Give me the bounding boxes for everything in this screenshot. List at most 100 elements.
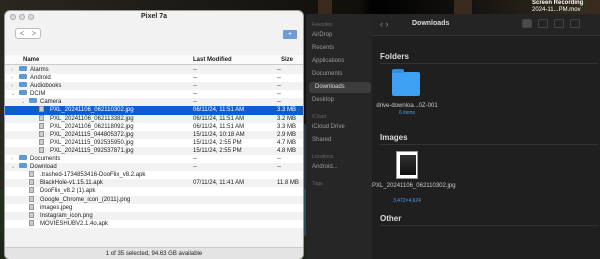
sidebar-item[interactable]: Recents <box>312 45 334 51</box>
screen-recording-file[interactable]: Screen Recording 2024-11...PM.mov <box>532 0 598 14</box>
file-icon <box>39 106 44 113</box>
folder-icon <box>19 66 27 71</box>
size-column-header[interactable]: Size <box>281 57 293 63</box>
file-row[interactable]: Google_Chrome_icon_(2011).png <box>5 195 303 204</box>
finder-back-forward[interactable]: ‹ › <box>380 19 389 29</box>
row-size: -- <box>277 156 281 163</box>
row-modified: -- <box>193 67 197 73</box>
row-modified: 06/11/24, 11:51 AM <box>193 115 245 122</box>
file-row[interactable]: PXL_20241115_092535950.jpg 15/11/24, 2:55… <box>5 138 303 147</box>
row-modified: 06/11/24, 11:51 AM <box>193 107 245 114</box>
file-row[interactable]: images.jpeg <box>5 203 303 212</box>
sidebar-item[interactable]: Desktop <box>312 97 334 103</box>
recording-name: Screen Recording <box>532 0 584 6</box>
folder-row[interactable]: › Audiobooks -- -- <box>5 82 303 90</box>
row-name: Documents <box>30 156 61 163</box>
images-section-title: Images <box>380 133 408 142</box>
sidebar-item[interactable]: iCloud Drive <box>312 124 345 130</box>
row-size: -- <box>277 75 281 82</box>
file-row[interactable]: .trashed-1734853416-DooFlix_v8.2.apk <box>5 171 303 180</box>
chevron-right-icon[interactable]: › <box>11 82 13 90</box>
file-icon <box>29 211 34 218</box>
last-modified-column-header[interactable]: Last Modified <box>193 57 232 63</box>
row-name: PXL_20241106_062118092.jpg <box>50 123 134 130</box>
sidebar-item[interactable]: Shared <box>312 137 331 143</box>
row-modified: 07/11/24, 11:41 AM <box>193 180 245 187</box>
finder-window: Favorites AirDrop Recents Applications Docum… <box>306 14 600 259</box>
list-view-button[interactable] <box>538 19 548 28</box>
image-dimensions: 3,472×4,624 <box>393 198 421 204</box>
row-name: Google_Chrome_icon_(2011).png <box>40 196 131 203</box>
row-name: PXL_20241115_092535950.jpg <box>50 139 134 146</box>
file-row[interactable]: BlackHole-v1.15.11.apk 07/11/24, 11:41 AM… <box>5 179 303 187</box>
folder-row[interactable]: ⌄ Download -- -- <box>5 163 303 171</box>
chevron-down-icon[interactable]: ⌄ <box>11 163 15 171</box>
gallery-view-button[interactable] <box>570 19 580 28</box>
sidebar-section: Tags <box>312 181 323 187</box>
row-modified: -- <box>193 99 197 106</box>
chevron-right-icon[interactable]: › <box>11 66 13 74</box>
new-folder-button[interactable]: + <box>283 30 297 39</box>
folder-icon[interactable] <box>392 69 420 96</box>
finder-content: ‹ › Downloads Folders drive-downloa...0Z… <box>372 14 600 259</box>
row-modified: 15/11/24, 2:55 PM <box>193 139 242 146</box>
row-name: Instagram_icon.png <box>40 212 93 219</box>
row-name: PXL_20241106_062110302.jpg <box>50 107 134 114</box>
image-thumbnail[interactable] <box>396 151 418 179</box>
folder-row[interactable]: › Android -- -- <box>5 74 303 83</box>
folder-row[interactable]: › Documents -- -- <box>5 155 303 164</box>
row-name: PXL_20241115_092537871.jpg <box>50 147 134 154</box>
column-view-button[interactable] <box>554 19 564 28</box>
file-icon <box>29 187 34 194</box>
sidebar-item[interactable]: Android... <box>312 164 338 170</box>
file-row[interactable]: PXL_20241115_092537871.jpg 15/11/24, 2:55… <box>5 146 303 155</box>
row-size: -- <box>277 67 281 73</box>
chevron-right-icon[interactable]: › <box>11 74 13 82</box>
sidebar-section: Favorites <box>312 22 333 28</box>
file-icon <box>39 138 44 145</box>
row-modified: 15/11/24, 10:18 AM <box>193 131 245 138</box>
row-size: 2.9 MB <box>277 131 297 138</box>
file-row[interactable]: DooFlix_v8.2 (1).apk <box>5 187 303 196</box>
file-row[interactable]: MOVIESHUBV2.1.4o.apk <box>5 219 303 228</box>
finder-sidebar: Favorites AirDrop Recents Applications Docum… <box>306 14 372 259</box>
sidebar-item[interactable]: Downloads <box>309 82 371 93</box>
file-row[interactable]: Instagram_icon.png <box>5 211 303 220</box>
row-size: 4.7 MB <box>277 139 297 146</box>
folder-row[interactable]: ⌄ DCIM -- -- <box>5 90 303 99</box>
name-column-header[interactable]: Name <box>23 57 39 63</box>
finder-toolbar: ‹ › Downloads <box>372 14 600 36</box>
file-row[interactable]: PXL_20241106_062113382.jpg 06/11/24, 11:5… <box>5 114 303 123</box>
chevron-down-icon[interactable]: ⌄ <box>21 98 25 106</box>
file-row[interactable]: PXL_20241106_062118092.jpg 06/11/24, 11:5… <box>5 122 303 131</box>
row-name: DooFlix_v8.2 (1).apk <box>40 188 96 195</box>
file-row[interactable]: PXL_20241115_044805372.jpg 15/11/24, 10:1… <box>5 130 303 139</box>
sidebar-item[interactable]: AirDrop <box>312 32 332 38</box>
row-modified: -- <box>193 83 197 90</box>
row-size: -- <box>277 99 281 106</box>
row-name: BlackHole-v1.15.11.apk <box>40 180 103 187</box>
sidebar-item[interactable]: Applications <box>312 58 344 64</box>
icon-view-button[interactable] <box>522 19 532 28</box>
folder-row[interactable]: ⌄ Camera -- -- <box>5 98 303 106</box>
row-name: MOVIESHUBV2.1.4o.apk <box>40 220 109 227</box>
row-name: images.jpeg <box>40 204 73 211</box>
folder-name[interactable]: drive-downloa...0Z-001 <box>372 103 442 110</box>
sidebar-section: iCloud <box>312 114 327 120</box>
file-row[interactable]: PXL_20241106_062110302.jpg 06/11/24, 11:5… <box>5 106 303 115</box>
chevron-right-icon[interactable]: › <box>11 155 13 163</box>
file-icon <box>29 179 34 186</box>
folder-icon <box>19 74 27 80</box>
file-icon <box>39 130 44 137</box>
chevron-down-icon[interactable]: ⌄ <box>11 90 15 98</box>
row-name: DCIM <box>30 91 46 98</box>
folder-row[interactable]: › Alarms -- -- <box>5 66 303 74</box>
row-name: PXL_20241115_044805372.jpg <box>50 131 134 138</box>
forward-button[interactable]: > <box>32 29 37 38</box>
row-name: Download <box>30 164 57 171</box>
sidebar-section: Locations <box>312 154 334 160</box>
sidebar-item[interactable]: Documents <box>312 71 342 77</box>
back-button[interactable]: < <box>20 29 25 38</box>
row-size: 3.3 MB <box>277 107 297 114</box>
image-name[interactable]: PXL_20241106_062110302.jpg <box>372 183 456 190</box>
